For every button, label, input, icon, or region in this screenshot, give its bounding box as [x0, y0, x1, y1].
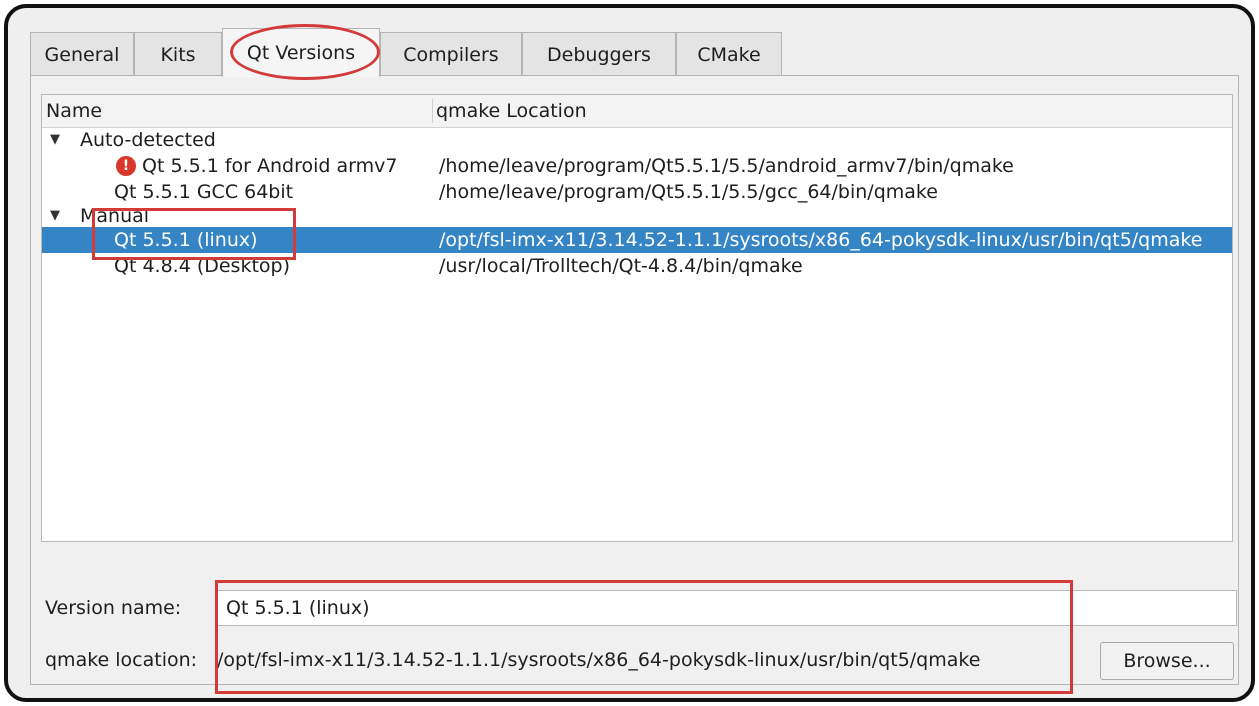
header-divider[interactable] — [432, 99, 433, 123]
tab-qt-versions[interactable]: Qt Versions — [222, 28, 380, 77]
row-location: /opt/fsl-imx-x11/3.14.52-1.1.1/sysroots/… — [439, 229, 1203, 251]
browse-button[interactable]: Browse... — [1100, 642, 1234, 680]
row-location: /home/leave/program/Qt5.5.1/5.5/android_… — [439, 155, 1014, 177]
tab-label: Qt Versions — [246, 42, 356, 64]
tab-cmake[interactable]: CMake — [676, 32, 782, 76]
expand-arrow-icon[interactable]: ▼ — [50, 127, 64, 153]
expand-arrow-icon[interactable]: ▼ — [50, 203, 64, 229]
row-location: /home/leave/program/Qt5.5.1/5.5/gcc_64/b… — [439, 181, 938, 203]
tab-compilers[interactable]: Compilers — [380, 32, 522, 76]
tab-label: General — [44, 43, 120, 66]
tab-label: Compilers — [403, 43, 499, 66]
tree-group-manual[interactable]: ▼ Manual — [42, 203, 1232, 229]
row-name: Qt 5.5.1 for Android armv7 — [142, 155, 398, 177]
tab-label: CMake — [697, 43, 761, 66]
row-name: Qt 5.5.1 GCC 64bit — [114, 181, 294, 203]
tab-debuggers[interactable]: Debuggers — [522, 32, 676, 76]
tab-label: Debuggers — [547, 43, 651, 66]
header-qmake-location[interactable]: qmake Location — [436, 95, 587, 127]
qmake-location-label: qmake location: — [45, 649, 198, 671]
tab-label: Kits — [160, 43, 196, 66]
warning-icon: ! — [116, 156, 136, 176]
row-location: /usr/local/Trolltech/Qt-4.8.4/bin/qmake — [439, 255, 803, 277]
version-name-label: Version name: — [45, 597, 182, 619]
tab-general[interactable]: General — [30, 32, 134, 76]
tree-row[interactable]: Qt 5.5.1 GCC 64bit /home/leave/program/Q… — [42, 179, 1232, 205]
row-name: Qt 4.8.4 (Desktop) — [114, 255, 291, 277]
tree-group-auto-detected[interactable]: ▼ Auto-detected — [42, 127, 1232, 153]
version-name-input[interactable]: Qt 5.5.1 (linux) — [217, 590, 1237, 626]
tab-kits[interactable]: Kits — [134, 32, 222, 76]
window-frame: General Kits Qt Versions Compilers Debug… — [4, 4, 1255, 702]
qt-versions-panel: Name qmake Location ▼ Auto-detected ! Qt… — [30, 75, 1239, 685]
tree-row[interactable]: ! Qt 5.5.1 for Android armv7 /home/leave… — [42, 153, 1232, 179]
qmake-location-value: /opt/fsl-imx-x11/3.14.52-1.1.1/sysroots/… — [217, 649, 981, 671]
tree-header: Name qmake Location — [42, 95, 1232, 128]
tree-row[interactable]: Qt 4.8.4 (Desktop) /usr/local/Trolltech/… — [42, 253, 1232, 279]
group-label: Auto-detected — [80, 129, 216, 151]
header-name[interactable]: Name — [46, 95, 102, 127]
tree-row-selected[interactable]: Qt 5.5.1 (linux) /opt/fsl-imx-x11/3.14.5… — [42, 227, 1232, 253]
group-label: Manual — [80, 205, 150, 227]
qt-versions-tree[interactable]: Name qmake Location ▼ Auto-detected ! Qt… — [41, 94, 1233, 542]
row-name: Qt 5.5.1 (linux) — [114, 229, 258, 251]
